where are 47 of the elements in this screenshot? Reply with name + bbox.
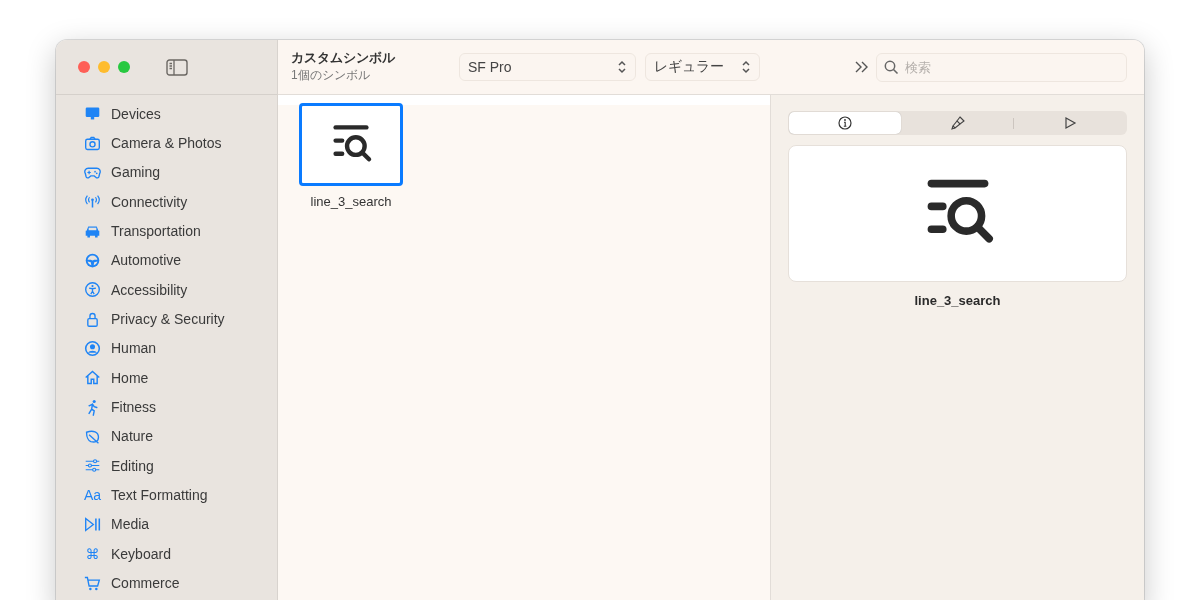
symbol-tile[interactable]: [299, 103, 403, 186]
symbol-name: line_3_search: [914, 293, 1001, 308]
sidebar-item[interactable]: Keyboard: [111, 545, 171, 562]
sidebar-toggle-icon[interactable]: [166, 58, 188, 76]
house-icon: [84, 369, 101, 387]
symbol-count: 1個のシンボル: [291, 67, 371, 84]
font-popup[interactable]: SF Pro: [459, 53, 636, 81]
sidebar-item[interactable]: Camera & Photos: [111, 135, 222, 151]
minimize-button[interactable]: [98, 61, 110, 73]
person-circle-icon: [84, 339, 101, 357]
lock-icon: [84, 310, 101, 328]
sidebar-item[interactable]: Home: [111, 369, 149, 386]
sidebar-item[interactable]: Editing: [111, 457, 154, 474]
zoom-button[interactable]: [118, 61, 130, 73]
cart-icon: [84, 574, 101, 592]
inspector-tab[interactable]: [789, 112, 901, 134]
weight-popup[interactable]: レギュラー: [645, 53, 760, 81]
double-chevron-icon[interactable]: [854, 60, 870, 74]
sidebar-item[interactable]: Text Formatting: [111, 487, 208, 504]
play-icon: [1063, 116, 1078, 130]
chevron-updown-icon: [617, 60, 627, 74]
sidebar-item[interactable]: Automotive: [111, 252, 182, 269]
sidebar-item[interactable]: Devices: [111, 105, 161, 122]
sidebar-item[interactable]: Gaming: [111, 164, 161, 181]
command-icon: ⌘: [84, 545, 101, 562]
sidebar-item[interactable]: Fitness: [111, 399, 157, 416]
sidebar-item[interactable]: Nature: [111, 428, 154, 445]
camera-icon: [84, 134, 101, 152]
sidebar-item[interactable]: Privacy & Security: [111, 311, 225, 328]
accessibility-icon: [84, 281, 101, 299]
sidebar-item[interactable]: Transportation: [111, 223, 201, 240]
steering-wheel-icon: [84, 251, 101, 269]
window-title: カスタムシンボル: [291, 50, 396, 67]
sidebar-item[interactable]: Commerce: [111, 575, 180, 592]
info-icon: [837, 116, 852, 130]
sidebar-item[interactable]: Connectivity: [111, 193, 188, 210]
text-size-icon: Aa: [84, 487, 101, 504]
sidebar-item[interactable]: Accessibility: [111, 281, 188, 298]
symbol-name: line_3_search: [310, 194, 392, 209]
paintbrush-icon: [950, 116, 965, 130]
sidebar-item[interactable]: Human: [111, 340, 157, 357]
sliders-icon: [84, 457, 101, 475]
close-button[interactable]: [78, 61, 90, 73]
sidebar-item[interactable]: Media: [111, 516, 150, 533]
search-field[interactable]: 検索: [876, 52, 1127, 82]
play-pause-icon: [84, 516, 101, 533]
chevron-updown-icon: [741, 60, 751, 74]
